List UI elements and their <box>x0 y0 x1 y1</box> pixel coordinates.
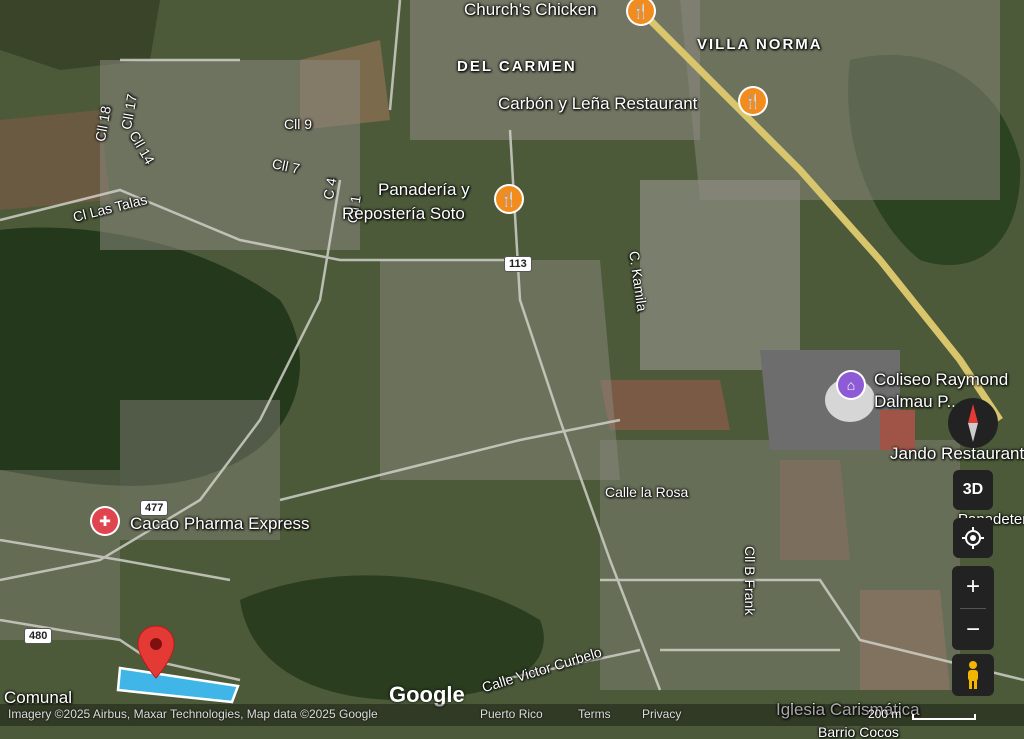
pegman-icon <box>968 661 978 689</box>
poi-label-cacao-pharma[interactable]: Cacao Pharma Express <box>130 514 310 534</box>
route-shield-480: 480 <box>24 628 53 644</box>
satellite-map[interactable]: VILLA NORMA DEL CARMEN Cll 18 Cll 17 Cll… <box>0 0 1024 739</box>
street-label: Cll 9 <box>284 116 313 132</box>
poi-label-panaderia-line1[interactable]: Panadería y <box>378 180 470 200</box>
poi-label-panaderia-line2[interactable]: Repostería Soto <box>342 204 465 224</box>
poi-label-carbon-y-lena[interactable]: Carbón y Leña Restaurant <box>498 94 697 114</box>
compass-icon <box>968 404 978 442</box>
fork-knife-icon[interactable]: 🍴 <box>496 186 522 212</box>
compass-control[interactable] <box>948 398 998 448</box>
privacy-link[interactable]: Privacy <box>642 707 681 721</box>
zoom-control: + − <box>952 566 994 650</box>
fork-knife-icon[interactable]: 🍴 <box>740 88 766 114</box>
street-view-pegman[interactable] <box>952 654 994 696</box>
pharmacy-icon[interactable]: ✚ <box>92 508 118 534</box>
3d-toggle-button[interactable]: 3D <box>953 470 993 510</box>
terms-link[interactable]: Terms <box>578 707 611 721</box>
scale-label[interactable]: 200 m <box>868 707 901 721</box>
poi-label-churchs-chicken[interactable]: Church's Chicken <box>464 0 597 20</box>
stadium-icon[interactable]: ⌂ <box>838 372 864 398</box>
street-label: Cll B Frank <box>742 546 758 616</box>
street-label: Calle la Rosa <box>605 484 689 500</box>
poi-label-coliseo-line1[interactable]: Coliseo Raymond <box>874 370 1008 390</box>
map-pin-icon[interactable] <box>136 624 176 680</box>
imagery-attribution: Imagery ©2025 Airbus, Maxar Technologies… <box>8 707 378 721</box>
region-link[interactable]: Puerto Rico <box>480 707 543 721</box>
scale-bar[interactable] <box>912 714 976 720</box>
zoom-out-button[interactable]: − <box>952 609 994 650</box>
area-label-del-carmen: DEL CARMEN <box>457 58 577 75</box>
location-target-icon <box>962 527 984 549</box>
route-shield-113: 113 <box>504 256 532 272</box>
area-label-villa-norma: VILLA NORMA <box>697 36 823 53</box>
zoom-in-button[interactable]: + <box>952 566 994 608</box>
my-location-button[interactable] <box>953 518 993 558</box>
